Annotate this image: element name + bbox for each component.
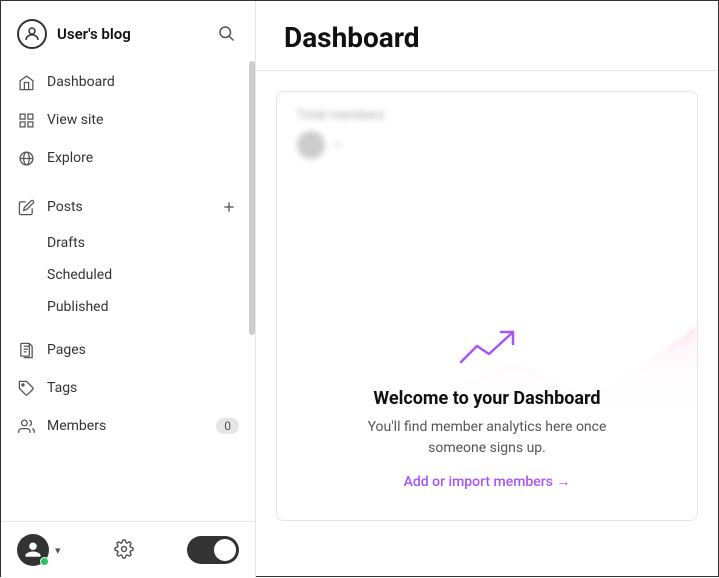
trending-up-icon [457, 326, 517, 370]
theme-toggle[interactable] [187, 536, 239, 564]
welcome-title: Welcome to your Dashboard [373, 388, 600, 409]
add-members-link[interactable]: Add or import members → [404, 473, 571, 490]
welcome-overlay: Welcome to your Dashboard You'll find me… [277, 302, 697, 520]
sidebar-item-explore[interactable]: Explore [1, 139, 255, 177]
main-scroll-area: Total members — [256, 71, 718, 576]
sidebar-header: User's blog [1, 1, 255, 63]
home-icon [17, 73, 35, 91]
search-button[interactable] [213, 20, 239, 49]
edit-icon [17, 198, 35, 216]
add-post-button[interactable] [219, 197, 239, 217]
members-badge: 0 [216, 418, 239, 434]
main-header: Dashboard [256, 1, 718, 71]
count-circle [297, 131, 325, 159]
sidebar-item-published[interactable]: Published [1, 291, 255, 323]
members-label: Members [47, 418, 106, 434]
tags-label: Tags [47, 380, 77, 396]
online-indicator [40, 557, 49, 566]
card-top: Total members — [277, 92, 697, 169]
site-identity[interactable]: User's blog [17, 19, 131, 49]
sidebar-item-tags[interactable]: Tags [1, 369, 255, 407]
dashboard-label: Dashboard [47, 74, 115, 90]
users-icon [17, 417, 35, 435]
published-label: Published [47, 299, 108, 315]
tag-icon [17, 379, 35, 397]
count-text: — [333, 138, 343, 153]
plus-icon [221, 199, 237, 215]
toggle-knob [214, 539, 236, 561]
posts-group-header[interactable]: Posts [1, 187, 255, 227]
trend-icon [457, 326, 517, 374]
sidebar-footer: ▾ [1, 521, 255, 578]
scroll-thumb [249, 61, 255, 335]
sidebar-item-members[interactable]: Members 0 [1, 407, 255, 445]
members-card-label: Total members [297, 108, 677, 123]
welcome-description: You'll find member analytics here once s… [357, 417, 617, 459]
file-icon [17, 341, 35, 359]
scroll-track [249, 61, 255, 518]
members-count-row: — [297, 131, 677, 159]
pages-label: Pages [47, 342, 86, 358]
page-title: Dashboard [284, 21, 690, 54]
user-icon [24, 541, 42, 559]
scheduled-label: Scheduled [47, 267, 112, 283]
explore-label: Explore [47, 150, 93, 166]
chevron-down-icon: ▾ [55, 544, 61, 557]
main-content: Dashboard Total members — [256, 1, 718, 576]
drafts-label: Drafts [47, 235, 85, 251]
grid-icon [17, 111, 35, 129]
sidebar-item-pages[interactable]: Pages [1, 331, 255, 369]
sidebar-item-drafts[interactable]: Drafts [1, 227, 255, 259]
sidebar: User's blog Dashboard [1, 1, 256, 578]
user-menu[interactable]: ▾ [17, 534, 61, 566]
posts-group-left: Posts [17, 198, 83, 216]
view-site-label: View site [47, 112, 103, 128]
sidebar-item-view-site[interactable]: View site [1, 101, 255, 139]
settings-button[interactable] [114, 539, 134, 562]
sidebar-nav: Dashboard View site [1, 63, 255, 521]
site-name: User's blog [57, 25, 131, 43]
posts-label: Posts [47, 199, 83, 215]
gear-icon [114, 539, 134, 559]
dashboard-card: Total members — [276, 91, 698, 521]
site-avatar [17, 19, 47, 49]
search-icon [217, 24, 235, 42]
user-avatar [17, 534, 49, 566]
sidebar-item-dashboard[interactable]: Dashboard [1, 63, 255, 101]
globe-icon [17, 149, 35, 167]
sidebar-item-scheduled[interactable]: Scheduled [1, 259, 255, 291]
